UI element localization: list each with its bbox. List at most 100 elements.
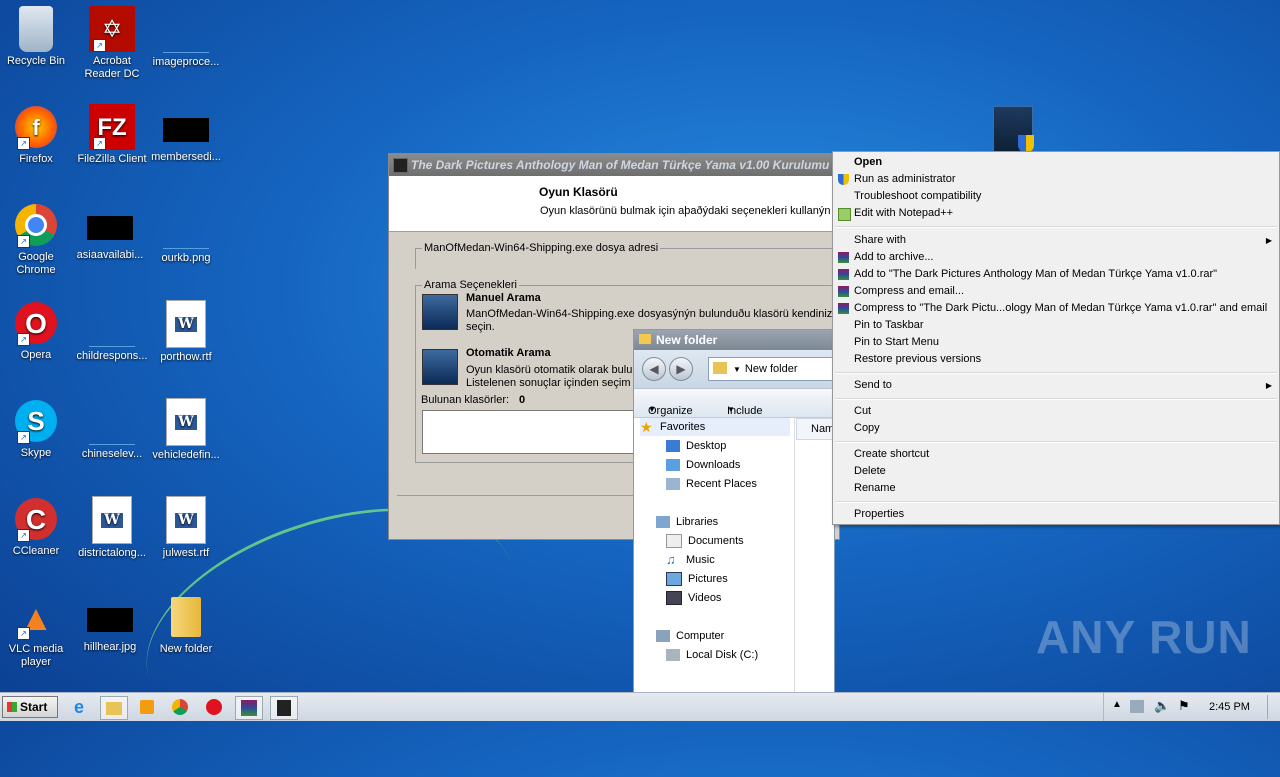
opera-icon: O ↗ xyxy=(13,300,59,346)
folder-icon xyxy=(639,334,651,344)
desktop-icon-opera[interactable]: O ↗ Opera xyxy=(0,300,72,362)
tree-pictures[interactable]: Pictures xyxy=(666,570,728,588)
menu-copy[interactable]: Copy xyxy=(833,420,1279,437)
show-hidden-icons-icon[interactable]: ▲ xyxy=(1112,699,1122,710)
desktop-icon-chrome[interactable]: ↗ Google Chrome xyxy=(0,202,72,277)
tree-libraries[interactable]: Libraries xyxy=(656,513,718,531)
address-bar[interactable]: ▼ New folder xyxy=(708,357,834,381)
taskbar-chrome[interactable] xyxy=(167,696,193,718)
desktop-icon-childrespons[interactable]: childrespons... xyxy=(76,300,148,363)
tree-desktop[interactable]: Desktop xyxy=(666,437,726,455)
word-document-icon: W xyxy=(166,300,206,348)
desktop-icon-vlc[interactable]: ▲ ↗ VLC media player xyxy=(0,594,72,669)
desktop-icon-districtalong[interactable]: W districtalong... xyxy=(76,496,148,560)
network-icon[interactable] xyxy=(1130,700,1144,713)
selected-installer-icon[interactable] xyxy=(993,106,1034,154)
desktop-icon-porthow[interactable]: W porthow.rtf xyxy=(150,300,222,364)
desktop-icon-new-folder[interactable]: New folder xyxy=(150,594,222,656)
tree-documents[interactable]: Documents xyxy=(666,532,744,550)
documents-icon xyxy=(666,534,682,549)
desktop-icon-membersedi[interactable]: membersedi... xyxy=(150,104,222,164)
desktop-icon-filezilla[interactable]: FZ ↗ FileZilla Client xyxy=(76,104,148,166)
desktop-icon-ccleaner[interactable]: C ↗ CCleaner xyxy=(0,496,72,558)
menu-restore-versions[interactable]: Restore previous versions xyxy=(833,351,1279,368)
taskbar-media-player[interactable] xyxy=(134,696,160,718)
menu-run-as-admin[interactable]: Run as administrator xyxy=(833,171,1279,188)
taskbar-installer[interactable] xyxy=(270,696,298,720)
start-button[interactable]: Start xyxy=(2,696,58,718)
desktop-icon-chineselev[interactable]: chineselev... xyxy=(76,398,148,461)
volume-icon[interactable]: 🔈 xyxy=(1154,698,1170,714)
chrome-icon xyxy=(172,699,188,715)
auto-search-desc-1: Oyun klasörü otomatik olarak bulun xyxy=(466,364,639,376)
tree-local-disk[interactable]: Local Disk (C:) xyxy=(666,646,758,664)
desktop-icon-label: districtalong... xyxy=(78,547,146,559)
column-header-name[interactable]: Nam xyxy=(796,418,834,440)
tree-computer[interactable]: Computer xyxy=(656,627,724,645)
tree-music[interactable]: ♫ Music xyxy=(666,551,715,569)
desktop-icon-julwest[interactable]: W julwest.rtf xyxy=(150,496,222,560)
folder-icon xyxy=(163,594,209,640)
search-options-label: Arama Seçenekleri xyxy=(422,279,519,291)
desktop-icon-label: Google Chrome xyxy=(16,251,56,276)
desktop-icon-hillhear[interactable]: hillhear.jpg xyxy=(74,594,146,654)
submenu-arrow-icon: ▶ xyxy=(1265,381,1272,390)
taskbar-ie[interactable]: e xyxy=(66,696,92,718)
menu-add-archive[interactable]: Add to archive... xyxy=(833,249,1279,266)
auto-search-button[interactable] xyxy=(422,349,458,385)
manual-search-button[interactable] xyxy=(422,294,458,330)
show-desktop-button[interactable] xyxy=(1267,695,1278,719)
tree-favorites[interactable]: ★ Favorites xyxy=(640,418,790,436)
desktop-icon-label: FileZilla Client xyxy=(77,153,147,165)
context-menu: Open Run as administrator Troubleshoot c… xyxy=(832,151,1280,525)
menu-delete[interactable]: Delete xyxy=(833,463,1279,480)
word-document-icon: W xyxy=(166,496,206,544)
tree-downloads[interactable]: Downloads xyxy=(666,456,740,474)
tree-videos[interactable]: Videos xyxy=(666,589,721,607)
menu-compress-email[interactable]: Compress and email... xyxy=(833,283,1279,300)
action-center-flag-icon[interactable]: ⚑ xyxy=(1178,698,1190,714)
system-tray: ▲ 🔈 ⚑ xyxy=(1103,693,1280,721)
desktop-icon-imageproce[interactable]: imageproce... xyxy=(150,6,222,69)
explorer-titlebar[interactable]: New folder xyxy=(634,330,834,350)
menu-open[interactable]: Open xyxy=(833,154,1279,171)
menu-cut[interactable]: Cut xyxy=(833,403,1279,420)
back-button[interactable]: ◀ xyxy=(642,357,666,381)
acrobat-icon: ✡ ↗ xyxy=(89,6,135,52)
menu-pin-taskbar[interactable]: Pin to Taskbar xyxy=(833,317,1279,334)
taskbar-clock[interactable]: 2:45 PM xyxy=(1209,701,1250,713)
winrar-icon xyxy=(241,700,257,716)
taskbar-explorer[interactable] xyxy=(100,696,128,720)
menu-properties[interactable]: Properties xyxy=(833,506,1279,523)
music-icon: ♫ xyxy=(666,552,676,568)
menu-add-to-rar[interactable]: Add to "The Dark Pictures Anthology Man … xyxy=(833,266,1279,283)
menu-edit-notepad[interactable]: Edit with Notepad++ xyxy=(833,205,1279,222)
desktop-icon-acrobat[interactable]: ✡ ↗ Acrobat Reader DC xyxy=(76,6,148,81)
installer-header-title: Oyun Klasörü xyxy=(539,185,618,199)
menu-create-shortcut[interactable]: Create shortcut xyxy=(833,446,1279,463)
desktop-icon-asiaavailabi[interactable]: asiaavailabi... xyxy=(74,202,146,262)
file-icon xyxy=(163,118,209,142)
menu-rename[interactable]: Rename xyxy=(833,480,1279,497)
menu-pin-start[interactable]: Pin to Start Menu xyxy=(833,334,1279,351)
desktop-icon-label: chineselev... xyxy=(81,448,143,460)
taskbar-winrar[interactable] xyxy=(235,696,263,720)
menu-troubleshoot[interactable]: Troubleshoot compatibility xyxy=(833,188,1279,205)
desktop-icon-label: membersedi... xyxy=(151,151,221,163)
word-document-icon: W xyxy=(166,398,206,446)
installer-titlebar[interactable]: The Dark Pictures Anthology Man of Medan… xyxy=(389,154,839,176)
chevron-down-icon: ▼ xyxy=(733,365,741,374)
menu-compress-rar-email[interactable]: Compress to "The Dark Pictu...ology Man … xyxy=(833,300,1279,317)
taskbar-opera[interactable] xyxy=(201,696,227,718)
menu-send-to[interactable]: Send to ▶ xyxy=(833,377,1279,394)
desktop-icon-label: Recycle Bin xyxy=(6,55,66,67)
desktop-icon-ourkb[interactable]: ourkb.png xyxy=(150,202,222,265)
desktop-icon-skype[interactable]: S ↗ Skype xyxy=(0,398,72,460)
menu-share-with[interactable]: Share with ▶ xyxy=(833,232,1279,249)
tree-recent-places[interactable]: Recent Places xyxy=(666,475,757,493)
desktop-icon-firefox[interactable]: f ↗ Firefox xyxy=(0,104,72,166)
desktop-icon-recycle-bin[interactable]: Recycle Bin xyxy=(0,6,72,68)
forward-button[interactable]: ▶ xyxy=(669,357,693,381)
desktop-icon-vehicledefin[interactable]: W vehicledefin... xyxy=(150,398,222,462)
explorer-toolbar: Organize ▼ Include in library ▼ xyxy=(634,389,834,441)
